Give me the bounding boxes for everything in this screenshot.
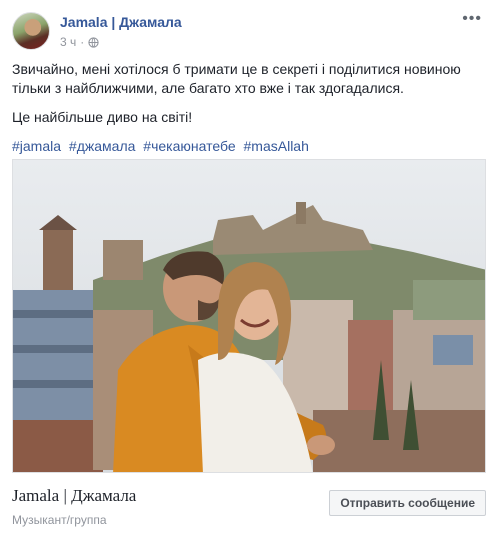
hashtag-link[interactable]: #чекаюнатебе xyxy=(143,138,235,154)
post-paragraph: Це найбільше диво на світі! xyxy=(12,109,193,125)
footer-page-name[interactable]: Jamala | Джамала xyxy=(12,486,136,506)
facebook-post: Jamala | Джамала 3 ч · ••• Звичайно, мен… xyxy=(0,0,498,537)
timestamp[interactable]: 3 ч xyxy=(60,35,76,49)
post-paragraph: Звичайно, мені хотілося б тримати це в с… xyxy=(12,61,461,96)
post-photo[interactable] xyxy=(12,159,486,473)
page-name-link[interactable]: Jamala | Джамала xyxy=(60,14,182,30)
send-message-button[interactable]: Отправить сообщение xyxy=(329,490,486,516)
hashtag-link[interactable]: #джамала xyxy=(69,138,135,154)
meta-separator: · xyxy=(80,35,85,49)
post-text: Звичайно, мені хотілося б тримати це в с… xyxy=(12,60,482,166)
hashtag-list: #jamala #джамала #чекаюнатебе #masAllah xyxy=(12,137,482,156)
more-options-icon[interactable]: ••• xyxy=(462,11,482,27)
avatar[interactable] xyxy=(12,12,50,50)
hashtag-link[interactable]: #jamala xyxy=(12,138,61,154)
hashtag-link[interactable]: #masAllah xyxy=(244,138,309,154)
post-meta: 3 ч · xyxy=(60,35,99,49)
page-footer: Jamala | Джамала Музыкант/группа Отправи… xyxy=(12,478,486,528)
couple-photo-image xyxy=(13,160,485,472)
globe-icon xyxy=(88,36,99,48)
page-category: Музыкант/группа xyxy=(12,513,107,527)
